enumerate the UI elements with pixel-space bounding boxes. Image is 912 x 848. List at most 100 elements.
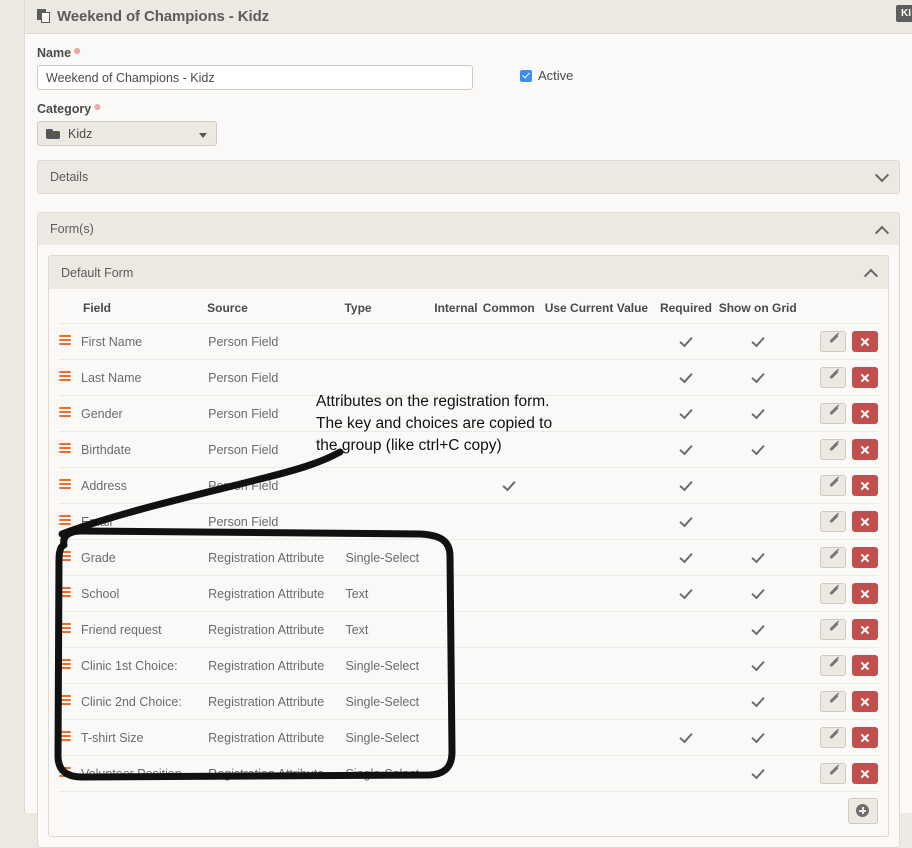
drag-handle-icon[interactable] bbox=[59, 515, 71, 525]
table-row[interactable]: T-shirt SizeRegistration AttributeSingle… bbox=[59, 720, 878, 756]
drag-handle-icon[interactable] bbox=[59, 587, 71, 597]
forms-section-header[interactable]: Form(s) bbox=[38, 213, 899, 245]
drag-handle-icon[interactable] bbox=[59, 623, 71, 633]
chevron-down-icon[interactable] bbox=[199, 133, 207, 138]
delete-x-icon[interactable] bbox=[852, 331, 878, 352]
edit-pencil-icon[interactable] bbox=[820, 655, 846, 676]
chevron-up-icon[interactable] bbox=[875, 226, 889, 240]
name-input[interactable] bbox=[37, 65, 473, 90]
drag-handle-icon[interactable] bbox=[59, 335, 71, 345]
edit-pencil-icon[interactable] bbox=[820, 331, 846, 352]
copy-document-icon bbox=[37, 9, 51, 24]
required-indicator-icon: ● bbox=[93, 98, 101, 114]
cell-required bbox=[655, 360, 717, 396]
delete-x-icon[interactable] bbox=[852, 619, 878, 640]
check-icon bbox=[679, 729, 692, 743]
cell-common bbox=[480, 540, 538, 576]
cell-use-current-value bbox=[538, 396, 656, 432]
cell-actions bbox=[799, 540, 878, 576]
table-row[interactable]: Clinic 2nd Choice:Registration Attribute… bbox=[59, 684, 878, 720]
table-row[interactable]: EmailPerson Field bbox=[59, 504, 878, 540]
delete-x-icon[interactable] bbox=[852, 439, 878, 460]
delete-x-icon[interactable] bbox=[852, 475, 878, 496]
drag-handle-icon[interactable] bbox=[59, 659, 71, 669]
delete-x-icon[interactable] bbox=[852, 367, 878, 388]
plus-circle-icon bbox=[856, 804, 869, 817]
default-form-header[interactable]: Default Form bbox=[49, 256, 888, 289]
cell-source: Person Field bbox=[207, 396, 344, 432]
chevron-down-icon[interactable] bbox=[875, 168, 889, 182]
drag-handle-icon[interactable] bbox=[59, 767, 71, 777]
delete-x-icon[interactable] bbox=[852, 403, 878, 424]
details-section: Details bbox=[37, 160, 900, 194]
add-field-button[interactable] bbox=[848, 798, 878, 824]
active-checkbox[interactable]: Active bbox=[520, 68, 573, 83]
drag-handle-icon[interactable] bbox=[59, 695, 71, 705]
table-row[interactable]: Last NamePerson Field bbox=[59, 360, 878, 396]
delete-x-icon[interactable] bbox=[852, 511, 878, 532]
table-row[interactable]: Volunteer PositionRegistration Attribute… bbox=[59, 756, 878, 792]
drag-handle-icon[interactable] bbox=[59, 371, 71, 381]
edit-pencil-icon[interactable] bbox=[820, 691, 846, 712]
category-select[interactable]: Kidz bbox=[37, 121, 217, 146]
check-icon bbox=[751, 333, 764, 347]
details-section-label: Details bbox=[50, 170, 88, 184]
edit-pencil-icon[interactable] bbox=[820, 475, 846, 496]
corner-badge[interactable]: KI bbox=[896, 5, 912, 22]
delete-x-icon[interactable] bbox=[852, 655, 878, 676]
edit-pencil-icon[interactable] bbox=[820, 619, 846, 640]
cell-common bbox=[480, 576, 538, 612]
table-row[interactable]: First NamePerson Field bbox=[59, 324, 878, 360]
edit-pencil-icon[interactable] bbox=[820, 439, 846, 460]
active-checkbox-box[interactable] bbox=[520, 70, 532, 82]
edit-pencil-icon[interactable] bbox=[820, 367, 846, 388]
active-checkbox-label: Active bbox=[538, 68, 573, 83]
chevron-up-icon[interactable] bbox=[864, 269, 878, 283]
edit-pencil-icon[interactable] bbox=[820, 547, 846, 568]
cell-use-current-value bbox=[538, 432, 656, 468]
cell-type: Single-Select bbox=[344, 648, 432, 684]
edit-pencil-icon[interactable] bbox=[820, 511, 846, 532]
folder-icon bbox=[46, 129, 60, 139]
cell-field: Gender bbox=[59, 396, 207, 432]
edit-pencil-icon[interactable] bbox=[820, 763, 846, 784]
check-icon bbox=[679, 405, 692, 419]
drag-handle-icon[interactable] bbox=[59, 731, 71, 741]
cell-required bbox=[655, 648, 717, 684]
field-name: Gender bbox=[81, 407, 123, 421]
table-row[interactable]: Friend requestRegistration AttributeText bbox=[59, 612, 878, 648]
cell-internal bbox=[432, 648, 480, 684]
cell-required bbox=[655, 684, 717, 720]
delete-x-icon[interactable] bbox=[852, 727, 878, 748]
drag-handle-icon[interactable] bbox=[59, 479, 71, 489]
drag-handle-icon[interactable] bbox=[59, 407, 71, 417]
delete-x-icon[interactable] bbox=[852, 583, 878, 604]
table-row[interactable]: GradeRegistration AttributeSingle-Select bbox=[59, 540, 878, 576]
check-icon bbox=[751, 729, 764, 743]
forms-section-body: Default Form Field Source Type Internal bbox=[38, 245, 899, 847]
cell-internal bbox=[432, 612, 480, 648]
cell-type bbox=[344, 324, 432, 360]
table-row[interactable]: SchoolRegistration AttributeText bbox=[59, 576, 878, 612]
table-row[interactable]: AddressPerson Field bbox=[59, 468, 878, 504]
cell-type bbox=[344, 468, 432, 504]
table-row[interactable]: Gender Person Field bbox=[59, 396, 878, 432]
table-row[interactable]: Clinic 1st Choice:Registration Attribute… bbox=[59, 648, 878, 684]
details-section-header[interactable]: Details bbox=[38, 161, 899, 193]
cell-type: Text bbox=[344, 612, 432, 648]
edit-pencil-icon[interactable] bbox=[820, 403, 846, 424]
drag-handle-icon[interactable] bbox=[59, 443, 71, 453]
cell-use-current-value bbox=[538, 612, 656, 648]
cell-show-on-grid bbox=[717, 684, 799, 720]
edit-pencil-icon[interactable] bbox=[820, 583, 846, 604]
edit-pencil-icon[interactable] bbox=[820, 727, 846, 748]
cell-common bbox=[480, 756, 538, 792]
drag-handle-icon[interactable] bbox=[59, 551, 71, 561]
cell-show-on-grid bbox=[717, 756, 799, 792]
delete-x-icon[interactable] bbox=[852, 547, 878, 568]
delete-x-icon[interactable] bbox=[852, 691, 878, 712]
cell-type bbox=[344, 360, 432, 396]
check-icon bbox=[751, 657, 764, 671]
delete-x-icon[interactable] bbox=[852, 763, 878, 784]
table-row[interactable]: BirthdatePerson Field bbox=[59, 432, 878, 468]
